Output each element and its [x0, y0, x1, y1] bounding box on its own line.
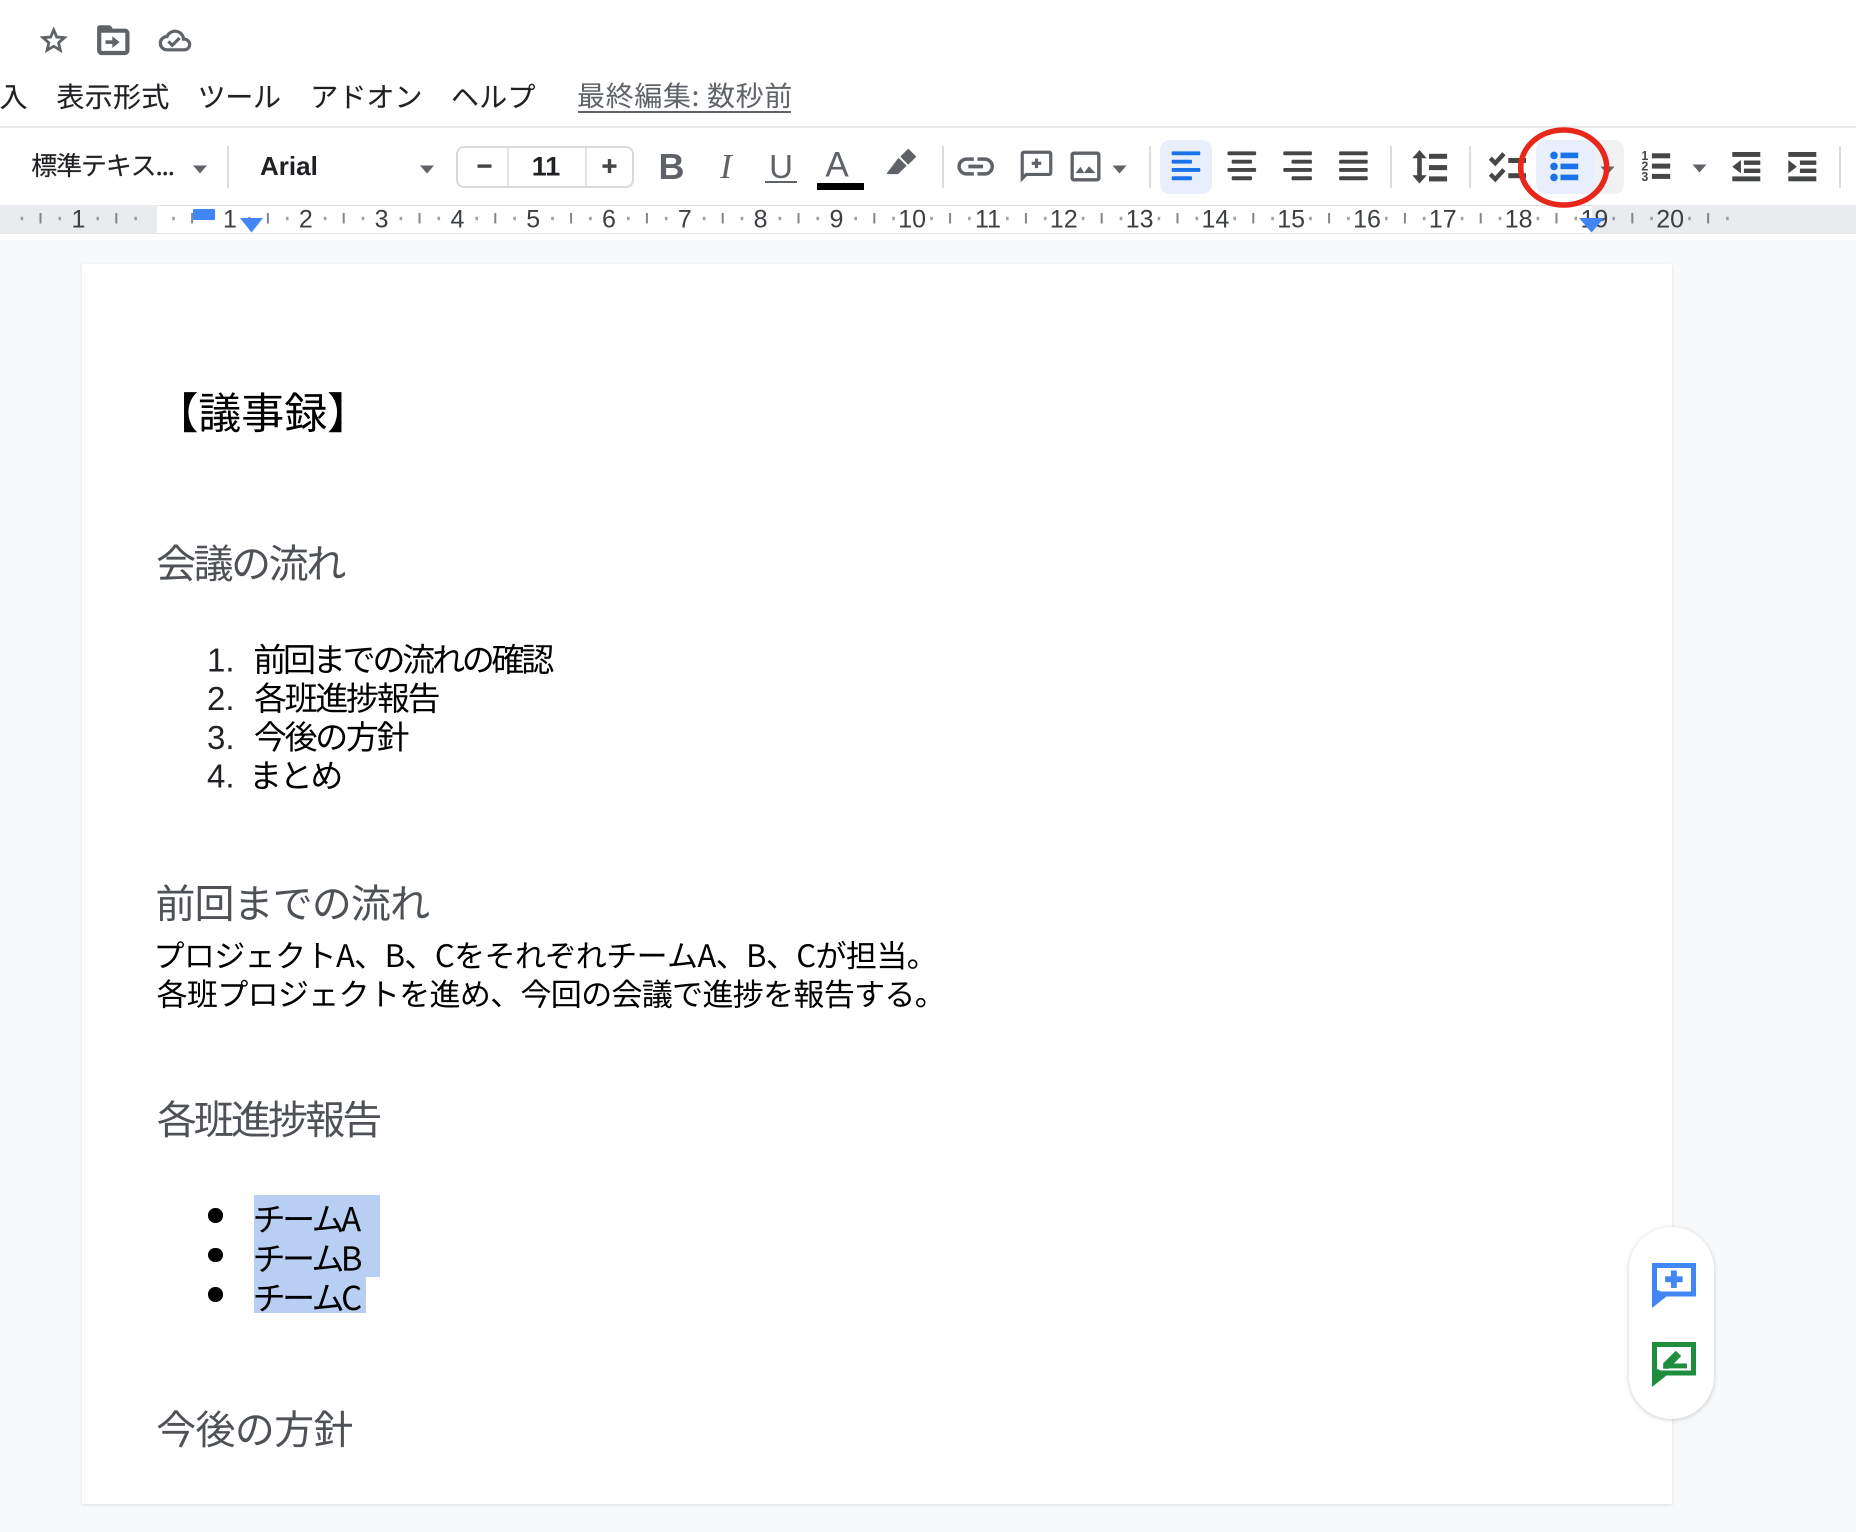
svg-text:7: 7 [678, 205, 692, 233]
svg-text:2.: 2. [207, 680, 235, 717]
svg-text:4.: 4. [207, 758, 235, 795]
svg-text:3.: 3. [207, 719, 235, 756]
svg-text:13: 13 [1126, 205, 1154, 233]
svg-text:18: 18 [1505, 205, 1533, 233]
svg-text:15: 15 [1277, 205, 1305, 233]
svg-text:I: I [719, 147, 734, 186]
svg-text:3: 3 [375, 205, 389, 233]
svg-text:3: 3 [1641, 170, 1648, 184]
svg-text:14: 14 [1201, 205, 1229, 233]
svg-text:B: B [659, 146, 685, 187]
svg-text:A: A [825, 146, 849, 185]
svg-text:Arial: Arial [260, 151, 318, 181]
svg-text:1: 1 [223, 205, 237, 233]
svg-text:U: U [769, 148, 793, 185]
svg-text:4: 4 [450, 205, 464, 233]
svg-text:16: 16 [1353, 205, 1381, 233]
svg-text:10: 10 [898, 205, 926, 233]
svg-text:1.: 1. [207, 642, 235, 679]
svg-text:1: 1 [71, 205, 85, 233]
svg-text:12: 12 [1050, 205, 1078, 233]
svg-text:11: 11 [975, 205, 1001, 233]
svg-text:9: 9 [829, 205, 843, 233]
svg-text:11: 11 [532, 152, 561, 182]
svg-text:5: 5 [526, 205, 540, 233]
svg-text:20: 20 [1656, 205, 1684, 233]
svg-text:2: 2 [299, 205, 313, 233]
svg-text:17: 17 [1429, 205, 1457, 233]
svg-text:8: 8 [754, 205, 768, 233]
svg-text:6: 6 [602, 205, 616, 233]
